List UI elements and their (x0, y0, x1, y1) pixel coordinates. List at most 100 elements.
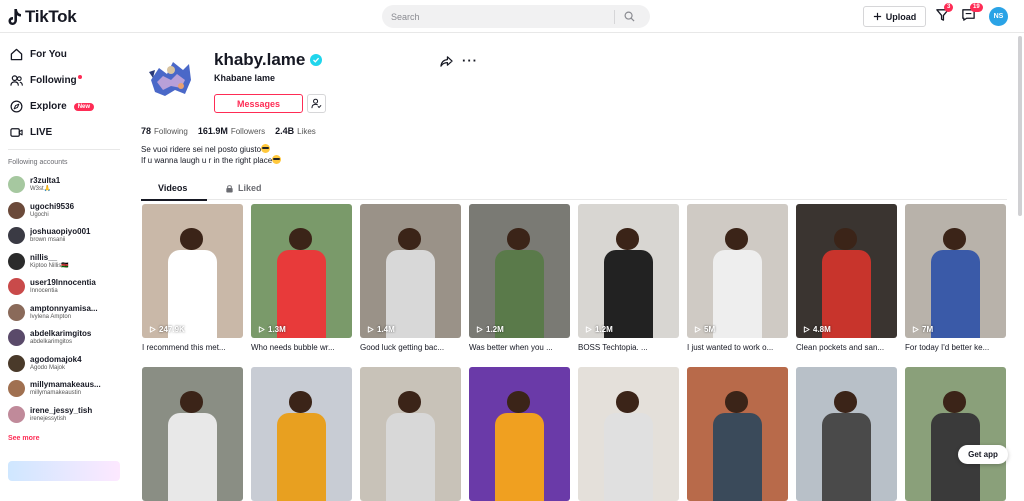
video-card[interactable]: 4.8M Clean pockets and san... (796, 204, 897, 352)
video-card[interactable] (905, 367, 1006, 501)
video-thumbnail[interactable] (469, 367, 570, 501)
view-count: 1.2M (585, 325, 613, 334)
active-tab-indicator (141, 199, 207, 201)
video-caption[interactable]: BOSS Techtopia. ... (578, 343, 679, 352)
followers-label: Followers (230, 127, 266, 136)
account-display-name: Ivylena Ampton (30, 313, 72, 320)
thumbnail-person-body (604, 412, 653, 501)
video-card[interactable] (796, 367, 897, 501)
video-caption[interactable]: Good luck getting bac... (360, 343, 461, 352)
video-card[interactable]: 1.3M Who needs bubble wr... (251, 204, 352, 352)
user-avatar[interactable]: NS (989, 7, 1008, 26)
nav-following[interactable]: Following (10, 74, 82, 87)
video-thumbnail[interactable] (905, 367, 1006, 501)
following-account-item[interactable]: abdelkarimgitos abdelkarimgitos (8, 329, 126, 346)
video-card[interactable] (578, 367, 679, 501)
video-thumbnail[interactable]: 247.9K (142, 204, 243, 338)
sunglasses-emoji-icon (272, 155, 282, 164)
video-thumbnail[interactable]: 7M (905, 204, 1006, 338)
following-stat[interactable]: 78 Following (141, 126, 188, 136)
tiktok-logo[interactable]: TikTok (8, 7, 77, 27)
video-caption[interactable]: I recommend this met... (142, 343, 243, 352)
account-username: r3zulta1 (30, 176, 61, 185)
account-display-name: irenejessytish (30, 415, 67, 422)
video-thumbnail[interactable]: 1.2M (578, 204, 679, 338)
video-thumbnail[interactable] (796, 367, 897, 501)
user-check-icon (311, 98, 322, 109)
video-thumbnail[interactable]: 1.3M (251, 204, 352, 338)
upload-button[interactable]: Upload (863, 6, 926, 27)
video-thumbnail[interactable] (360, 367, 461, 501)
view-count-value: 1.4M (377, 325, 395, 334)
view-count-value: 1.2M (595, 325, 613, 334)
video-thumbnail[interactable] (687, 367, 788, 501)
video-card[interactable]: 1.2M BOSS Techtopia. ... (578, 204, 679, 352)
video-caption[interactable]: Was better when you ... (469, 343, 570, 352)
view-count: 1.2M (476, 325, 504, 334)
account-username: amptonnyamisa... (30, 303, 98, 313)
video-card[interactable]: 247.9K I recommend this met... (142, 204, 243, 352)
following-account-item[interactable]: r3zulta1 W3st🙏 (8, 176, 126, 193)
video-card[interactable] (687, 367, 788, 501)
video-card[interactable] (251, 367, 352, 501)
video-card[interactable]: 1.4M Good luck getting bac... (360, 204, 461, 352)
tab-videos[interactable]: Videos (158, 183, 187, 193)
play-icon (367, 326, 374, 333)
profile-username-row: khaby.lame (214, 50, 323, 70)
video-card[interactable] (142, 367, 243, 501)
following-account-item[interactable]: irene_jessy_tish irenejessytish (8, 405, 126, 423)
tab-liked[interactable]: Liked (225, 183, 262, 193)
account-display-name: Agodo Majok (30, 364, 66, 371)
video-thumbnail[interactable]: 5M (687, 204, 788, 338)
video-thumbnail[interactable] (142, 367, 243, 501)
thumbnail-person-body (713, 412, 762, 501)
messages-button[interactable]: Messages (214, 94, 303, 113)
view-count: 7M (912, 325, 933, 334)
following-icon (10, 75, 23, 86)
following-account-item[interactable]: joshuaopiyo001 brown msanii (8, 227, 126, 244)
nav-for-you[interactable]: For You (10, 48, 67, 61)
search-input[interactable] (382, 11, 614, 22)
video-caption[interactable]: I just wanted to work o... (687, 343, 788, 352)
tab-liked-label: Liked (238, 183, 262, 193)
video-caption[interactable]: Clean pockets and san... (796, 343, 897, 352)
share-icon (440, 56, 453, 67)
inbox-button[interactable]: 3 (935, 3, 954, 25)
account-text: nillis__ Kiptoo Nillis🇰🇪 (30, 253, 124, 270)
share-button[interactable] (440, 55, 453, 68)
video-thumbnail[interactable]: 4.8M (796, 204, 897, 338)
video-caption[interactable]: Who needs bubble wr... (251, 343, 352, 352)
video-thumbnail[interactable] (578, 367, 679, 501)
nav-explore[interactable]: Explore New (10, 100, 95, 113)
search-button[interactable] (615, 5, 643, 28)
get-app-button[interactable]: Get app (958, 445, 1008, 464)
video-card[interactable]: 5M I just wanted to work o... (687, 204, 788, 352)
view-count-value: 1.3M (268, 325, 286, 334)
following-account-item[interactable]: millymamakeaus... millymamakeaustin (8, 380, 126, 397)
following-account-item[interactable]: user19lnnocentia Innocentia (8, 278, 126, 295)
page-scrollbar[interactable] (1018, 36, 1022, 216)
following-accounts-title: Following accounts (8, 159, 68, 166)
see-more-link[interactable]: See more (8, 435, 40, 442)
video-card[interactable]: 7M For today I'd better ke... (905, 204, 1006, 352)
sidebar-promo-banner[interactable] (8, 461, 120, 481)
following-account-item[interactable]: ugochi9536 Ugochi (8, 201, 126, 219)
following-account-item[interactable]: amptonnyamisa... Ivylena Ampton (8, 303, 126, 321)
nav-live[interactable]: LIVE (10, 126, 52, 139)
video-card[interactable]: 1.2M Was better when you ... (469, 204, 570, 352)
following-account-item[interactable]: agodomajok4 Agodo Majok (8, 354, 126, 372)
video-card[interactable] (469, 367, 570, 501)
view-count: 1.3M (258, 325, 286, 334)
account-text: irene_jessy_tish irenejessytish (30, 406, 124, 423)
video-card[interactable] (360, 367, 461, 501)
video-caption[interactable]: For today I'd better ke... (905, 343, 1006, 352)
video-thumbnail[interactable] (251, 367, 352, 501)
followers-stat[interactable]: 161.9M Followers (198, 126, 265, 136)
video-thumbnail[interactable]: 1.4M (360, 204, 461, 338)
nav-label: Following (30, 75, 77, 86)
follow-user-button[interactable] (307, 94, 326, 113)
video-thumbnail[interactable]: 1.2M (469, 204, 570, 338)
messages-button[interactable]: 19 (961, 3, 983, 25)
following-account-item[interactable]: nillis__ Kiptoo Nillis🇰🇪 (8, 252, 126, 270)
more-options-icon[interactable]: ··· (462, 53, 478, 68)
